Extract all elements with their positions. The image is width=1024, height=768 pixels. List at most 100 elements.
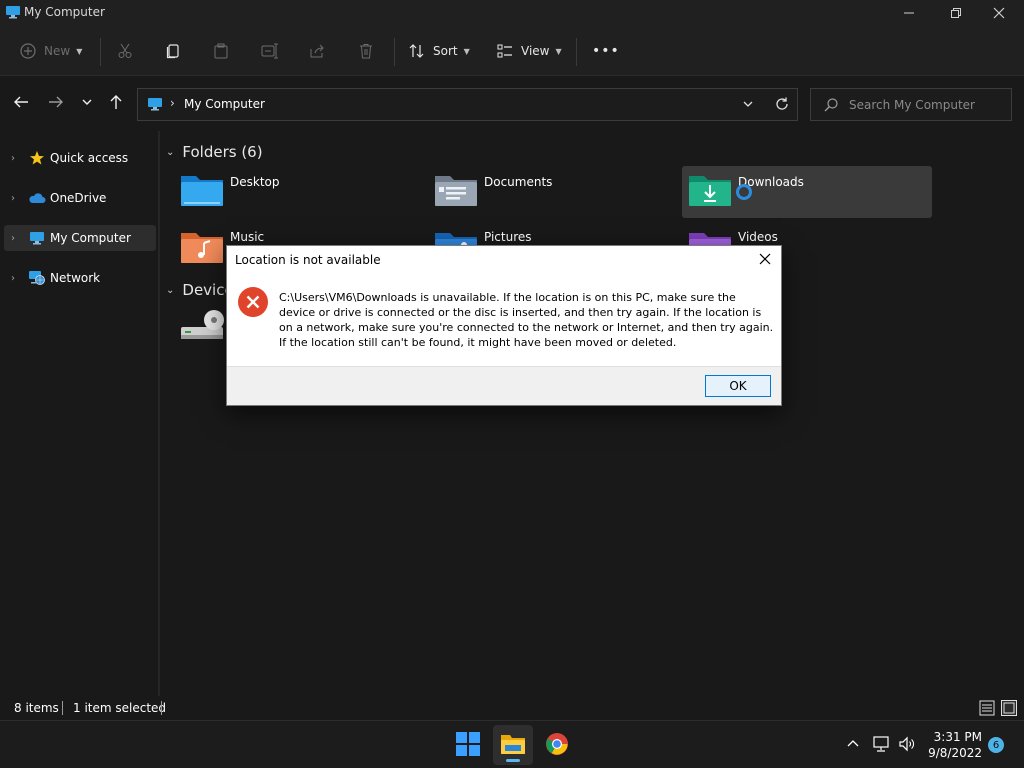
share-button[interactable] (309, 38, 325, 64)
sort-icon (409, 43, 425, 59)
close-button[interactable] (976, 0, 1022, 28)
recent-locations-button[interactable] (76, 92, 98, 114)
forward-button[interactable] (45, 92, 67, 114)
search-input[interactable] (849, 95, 1005, 115)
sort-label: Sort (433, 44, 458, 58)
folder-name: Pictures (484, 230, 532, 244)
expand-chevron-icon[interactable]: › (4, 233, 22, 244)
nav-item-my-computer[interactable]: › My Computer (4, 225, 156, 251)
volume-button[interactable] (898, 735, 916, 756)
folder-tile-documents[interactable]: Documents (428, 166, 678, 218)
back-button[interactable] (10, 92, 32, 114)
paste-button[interactable] (213, 38, 229, 64)
folder-name: Documents (484, 175, 553, 189)
error-dialog: Location is not available C:\Users\VM6\D… (226, 245, 782, 406)
notification-badge[interactable]: 6 (988, 737, 1004, 753)
taskbar-chrome[interactable] (537, 725, 577, 765)
computer-icon (5, 5, 21, 22)
breadcrumb-current[interactable]: My Computer (184, 97, 265, 111)
taskbar: 3:31 PM 9/8/2022 6 (0, 720, 1024, 768)
item-count: 8 items (14, 701, 59, 715)
nav-item-network[interactable]: › Network (4, 265, 156, 291)
chevron-down-icon: ▼ (463, 46, 470, 56)
view-label: View (521, 44, 550, 58)
nav-item-label: Network (50, 271, 101, 285)
up-button[interactable] (105, 92, 127, 114)
show-hidden-icons-button[interactable] (846, 737, 860, 754)
close-icon (759, 253, 771, 268)
nav-item-label: My Computer (50, 231, 131, 245)
details-view-button[interactable] (979, 700, 995, 719)
folder-name: Videos (738, 230, 778, 244)
busy-cursor-icon (735, 183, 753, 204)
address-bar[interactable]: › My Computer (137, 88, 798, 121)
chevron-up-icon (846, 737, 860, 754)
taskbar-file-explorer[interactable] (493, 725, 533, 765)
rename-icon (261, 43, 279, 59)
ethernet-icon (872, 735, 890, 756)
minimize-icon (903, 7, 915, 22)
clock[interactable]: 3:31 PM 9/8/2022 (926, 729, 982, 761)
title-bar: My Computer (0, 0, 1024, 28)
clock-date: 9/8/2022 (928, 746, 982, 760)
view-button[interactable]: View ▼ (497, 38, 562, 64)
expand-chevron-icon[interactable]: › (4, 273, 22, 284)
expand-chevron-icon[interactable]: › (4, 193, 22, 204)
start-button[interactable] (448, 725, 488, 765)
tiles-view-button[interactable] (1001, 700, 1017, 719)
more-options-button[interactable]: ••• (592, 38, 620, 64)
cut-button[interactable] (117, 38, 133, 64)
chevron-down-icon: ▼ (76, 46, 83, 56)
navigation-pane: › Quick access › OneDrive › My Computer … (0, 131, 158, 696)
star-icon (27, 149, 47, 167)
new-icon (20, 43, 36, 59)
network-status-button[interactable] (872, 735, 890, 756)
chevron-down-icon: ▼ (555, 46, 562, 56)
ok-button[interactable]: OK (705, 375, 771, 397)
minimize-button[interactable] (886, 0, 932, 28)
nav-item-label: OneDrive (50, 191, 107, 205)
sort-button[interactable]: Sort ▼ (409, 38, 470, 64)
address-dropdown-icon[interactable] (742, 98, 754, 113)
new-button[interactable]: New ▼ (20, 38, 82, 64)
folders-group-header[interactable]: ⌄ Folders (6) (166, 143, 263, 161)
maximize-button[interactable] (932, 0, 978, 28)
cut-icon (117, 43, 133, 59)
chrome-icon (545, 732, 569, 759)
network-icon (27, 269, 47, 287)
folder-tile-desktop[interactable]: Desktop (174, 166, 424, 218)
new-label: New (44, 44, 71, 58)
close-icon (993, 7, 1005, 22)
active-app-indicator (506, 759, 520, 762)
toolbar-divider (100, 38, 101, 66)
file-explorer-icon (500, 733, 526, 758)
tiles-view-icon (1001, 700, 1017, 719)
desktop-folder-icon (180, 172, 224, 208)
dialog-close-button[interactable] (755, 250, 775, 270)
copy-button[interactable] (165, 38, 181, 64)
share-icon (309, 43, 325, 59)
nav-item-onedrive[interactable]: › OneDrive (4, 185, 156, 211)
cloud-icon (27, 189, 47, 207)
arrow-right-icon (48, 94, 64, 113)
arrow-up-icon (108, 94, 124, 113)
folder-name: Desktop (230, 175, 280, 189)
toolbar-divider (576, 38, 577, 66)
folder-name: Music (230, 230, 265, 244)
chevron-down-icon: ⌄ (166, 284, 175, 296)
devices-group-header[interactable]: ⌄ Device (166, 281, 234, 299)
view-icon (497, 43, 513, 59)
rename-button[interactable] (261, 38, 279, 64)
maximize-icon (949, 7, 961, 22)
dialog-message: C:\Users\VM6\Downloads is unavailable. I… (279, 291, 774, 349)
status-bar: 8 items 1 item selected (0, 696, 1024, 720)
refresh-icon[interactable] (774, 96, 790, 115)
expand-chevron-icon[interactable]: › (4, 153, 22, 164)
folder-tile-downloads[interactable]: Downloads (682, 166, 932, 218)
content-pane: ⌄ Folders (6) Desktop Documents Download… (160, 131, 1024, 696)
search-box[interactable] (810, 88, 1012, 121)
dvd-drive-icon[interactable] (180, 307, 226, 346)
address-row: › My Computer (0, 77, 1024, 131)
delete-button[interactable] (358, 38, 374, 64)
nav-item-quick-access[interactable]: › Quick access (4, 145, 156, 171)
